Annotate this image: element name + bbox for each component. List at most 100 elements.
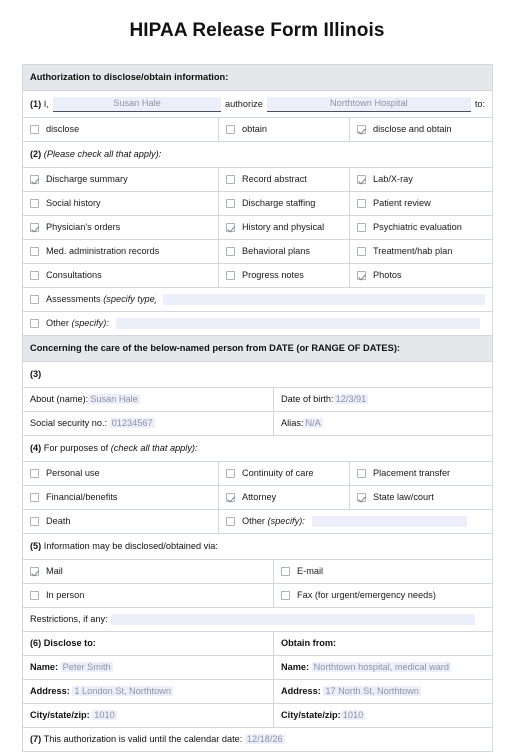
option-behavioral-plans[interactable]: Behavioral plans (219, 240, 349, 263)
option-med-administration-records[interactable]: Med. administration records (23, 240, 218, 263)
checkbox-obtain[interactable] (226, 125, 235, 134)
option-purposes-other[interactable]: Other (specify): (219, 510, 492, 533)
checkbox-treatment-hab-plan[interactable] (357, 247, 366, 256)
alias-value[interactable]: N/A (303, 418, 323, 428)
checkbox-discharge-staffing[interactable] (226, 199, 235, 208)
option-label: Placement transfer (373, 468, 451, 478)
authorizer-name-field[interactable]: Susan Hale (52, 97, 222, 112)
option-assessments-hint: (specify type): (103, 294, 156, 304)
disclose-to-address-value[interactable]: 1 London St, Northtown (72, 686, 173, 696)
option-assessments[interactable]: Assessments (specify type): (23, 288, 492, 311)
checkbox-social-history[interactable] (30, 199, 39, 208)
option-physicians-orders[interactable]: Physician's orders (23, 216, 218, 239)
checkbox-psychiatric-evaluation[interactable] (357, 223, 366, 232)
checkbox-attorney[interactable] (226, 493, 235, 502)
option-state-law-court[interactable]: State law/court (350, 486, 492, 509)
checkbox-placement-transfer[interactable] (357, 469, 366, 478)
alias-label: Alias: (281, 418, 304, 428)
checkbox-continuity-of-care[interactable] (226, 469, 235, 478)
purposes-other-value-field[interactable] (311, 516, 468, 527)
checkbox-disclose[interactable] (30, 125, 39, 134)
option-patient-review[interactable]: Patient review (350, 192, 492, 215)
option-label: Discharge staffing (242, 198, 316, 208)
option-email[interactable]: E-mail (274, 560, 492, 583)
option-social-history[interactable]: Social history (23, 192, 218, 215)
records-option-row: Consultations Progress notes Photos (22, 263, 494, 288)
option-records-other[interactable]: Other (specify): (23, 312, 492, 335)
date-of-birth-value[interactable]: 12/3/91 (333, 394, 369, 404)
checkbox-assessments[interactable] (30, 295, 39, 304)
checkbox-mail[interactable] (30, 567, 39, 576)
ssn-value[interactable]: 01234567 (109, 418, 155, 428)
about-name-value[interactable]: Susan Hale (88, 394, 140, 404)
option-label: Lab/X-ray (373, 174, 413, 184)
about-name-label: About (name): (30, 394, 89, 404)
checkbox-personal-use[interactable] (30, 469, 39, 478)
option-financial-benefits[interactable]: Financial/benefits (23, 486, 218, 509)
obtain-from-city-value[interactable]: 1010 (340, 710, 366, 720)
obtain-from-address-label: Address: (281, 686, 321, 696)
validity-date-value[interactable]: 12/18/26 (244, 734, 285, 744)
checkbox-death[interactable] (30, 517, 39, 526)
option-personal-use[interactable]: Personal use (23, 462, 218, 485)
option-in-person[interactable]: In person (23, 584, 273, 607)
disclose-to-city-value[interactable]: 1010 (92, 710, 117, 720)
option-psychiatric-evaluation[interactable]: Psychiatric evaluation (350, 216, 492, 239)
checkbox-physicians-orders[interactable] (30, 223, 39, 232)
option-lab-xray[interactable]: Lab/X-ray (350, 168, 492, 191)
checkbox-record-abstract[interactable] (226, 175, 235, 184)
checkbox-financial-benefits[interactable] (30, 493, 39, 502)
purposes-section-lead: For purposes of (43, 443, 109, 453)
checkbox-lab-xray[interactable] (357, 175, 366, 184)
option-history-and-physical[interactable]: History and physical (219, 216, 349, 239)
option-attorney[interactable]: Attorney (219, 486, 349, 509)
checkbox-progress-notes[interactable] (226, 271, 235, 280)
option-discharge-staffing[interactable]: Discharge staffing (219, 192, 349, 215)
option-fax[interactable]: Fax (for urgent/emergency needs) (274, 584, 492, 607)
restrictions-value-field[interactable] (110, 614, 475, 625)
option-label: Discharge summary (46, 174, 128, 184)
option-mail[interactable]: Mail (23, 560, 273, 583)
assessments-value-field[interactable] (162, 294, 486, 305)
checkbox-state-law-court[interactable] (357, 493, 366, 502)
authorization-section-header: Authorization to disclose/obtain informa… (30, 72, 229, 82)
checkbox-fax[interactable] (281, 591, 290, 600)
checkbox-discharge-summary[interactable] (30, 175, 39, 184)
option-consultations[interactable]: Consultations (23, 264, 218, 287)
obtain-from-name-value[interactable]: Northtown hospital, medical ward (311, 662, 451, 672)
checkbox-history-and-physical[interactable] (226, 223, 235, 232)
option-label: Photos (373, 270, 402, 280)
validity-section-number: (7) (30, 734, 42, 744)
authorization-section-header-row: Authorization to disclose/obtain informa… (21, 64, 494, 91)
option-record-abstract[interactable]: Record abstract (219, 168, 349, 191)
option-label: Continuity of care (242, 468, 314, 478)
obtain-from-address-value[interactable]: 17 North St, Northtown (323, 686, 421, 696)
option-photos[interactable]: Photos (350, 264, 492, 287)
checkbox-purposes-other[interactable] (226, 517, 235, 526)
option-treatment-hab-plan[interactable]: Treatment/hab plan (350, 240, 492, 263)
checkbox-disclose-and-obtain[interactable] (357, 125, 366, 134)
option-disclose-and-obtain[interactable]: disclose and obtain (350, 118, 492, 141)
option-label: Med. administration records (46, 246, 160, 256)
option-death[interactable]: Death (23, 510, 218, 533)
option-disclose[interactable]: disclose (23, 118, 218, 141)
checkbox-email[interactable] (281, 567, 290, 576)
authorized-organization-field[interactable]: Northtown Hospital (266, 97, 471, 112)
checkbox-consultations[interactable] (30, 271, 39, 280)
option-discharge-summary[interactable]: Discharge summary (23, 168, 218, 191)
option-placement-transfer[interactable]: Placement transfer (350, 462, 492, 485)
records-other-value-field[interactable] (115, 318, 480, 329)
checkbox-records-other[interactable] (30, 319, 39, 328)
care-section-header-row: Concerning the care of the below-named p… (21, 335, 494, 362)
option-obtain[interactable]: obtain (219, 118, 349, 141)
checkbox-behavioral-plans[interactable] (226, 247, 235, 256)
option-progress-notes[interactable]: Progress notes (219, 264, 349, 287)
checkbox-med-administration-records[interactable] (30, 247, 39, 256)
checkbox-in-person[interactable] (30, 591, 39, 600)
disclose-to-name-value[interactable]: Peter Smith (60, 662, 113, 672)
checkbox-patient-review[interactable] (357, 199, 366, 208)
option-continuity-of-care[interactable]: Continuity of care (219, 462, 349, 485)
via-option-row: In person Fax (for urgent/emergency need… (22, 583, 494, 608)
checkbox-photos[interactable] (357, 271, 366, 280)
purposes-instruction-row: (4) For purposes of (check all that appl… (21, 435, 494, 462)
